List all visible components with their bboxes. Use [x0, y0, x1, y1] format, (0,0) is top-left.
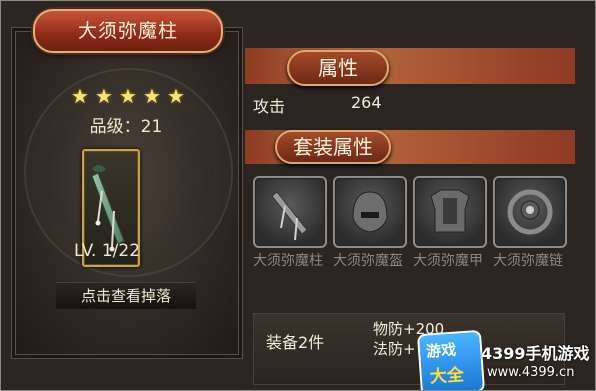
- suit-title: 套装属性: [275, 130, 391, 164]
- watermark-url: www.4399.cn: [487, 365, 575, 380]
- star-icon: ★: [95, 84, 113, 108]
- watermark-site-name: 4399手机游戏: [481, 344, 590, 363]
- piece-name: 大须弥魔柱: [253, 253, 323, 269]
- suit-piece[interactable]: 大须弥魔链: [493, 176, 567, 270]
- piece-name: 大须弥魔链: [493, 253, 563, 269]
- suit-bonus-label: 装备2件: [266, 333, 325, 352]
- item-grade: 品级：21: [89, 117, 163, 137]
- piece-name: 大须弥魔盔: [333, 253, 403, 269]
- suit-piece[interactable]: 大须弥魔柱: [253, 176, 327, 270]
- chain-icon: [493, 176, 567, 248]
- helmet-icon: [333, 176, 407, 248]
- item-title: 大须弥魔柱: [33, 9, 223, 53]
- suit-bonus-line: 法防+: [373, 340, 416, 358]
- armor-icon: [413, 176, 487, 248]
- star-icon: ★: [119, 84, 137, 108]
- stat-label: 攻击: [253, 97, 286, 116]
- suit-piece[interactable]: 大须弥魔盔: [333, 176, 407, 270]
- game-window: 大须弥魔柱 ★ ★ ★ ★ ★ 品级：21 LV. 1/22 点击查看掉落 属性…: [0, 0, 596, 391]
- suit-pieces: 大须弥魔柱 大须弥魔盔 大须弥魔甲 大须弥魔链: [253, 176, 583, 296]
- star-rating: ★ ★ ★ ★ ★: [71, 86, 187, 108]
- watermark-logo: 游戏 大全: [416, 329, 486, 390]
- view-drops-button[interactable]: 点击查看掉落: [56, 282, 196, 309]
- star-icon: ★: [71, 84, 89, 108]
- watermark: 游戏 大全 4399手机游戏 www.4399.cn: [415, 329, 595, 390]
- staff-icon: [253, 176, 327, 248]
- item-level: LV. 1/22: [74, 241, 141, 261]
- piece-name: 大须弥魔甲: [413, 253, 483, 269]
- stat-value: 264: [351, 93, 382, 112]
- attributes-title: 属性: [287, 50, 389, 86]
- star-icon: ★: [167, 84, 185, 108]
- star-icon: ★: [143, 84, 161, 108]
- suit-piece[interactable]: 大须弥魔甲: [413, 176, 487, 270]
